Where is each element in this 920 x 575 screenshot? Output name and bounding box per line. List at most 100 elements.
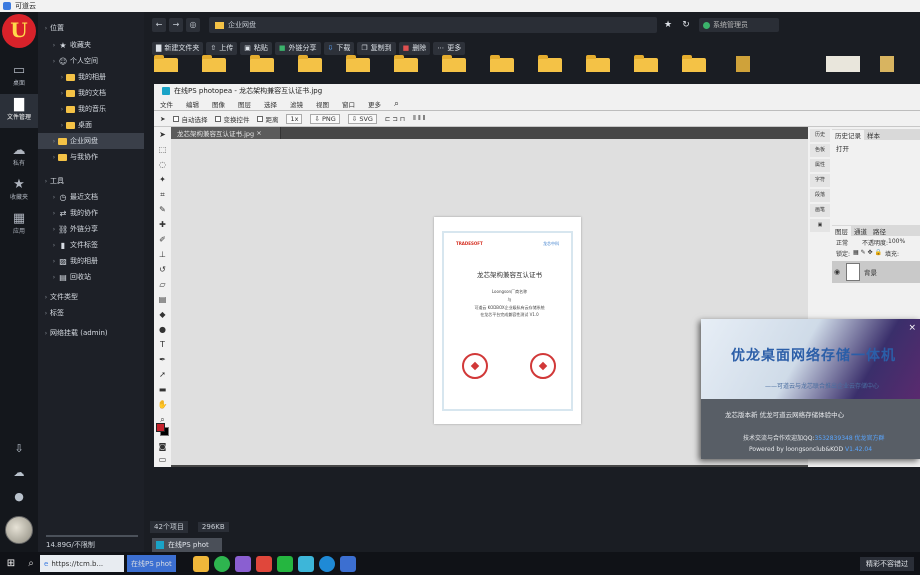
history-brush-icon[interactable]: ↺: [154, 262, 171, 277]
export-png-button[interactable]: ⇩ PNG: [310, 113, 340, 124]
menu-more[interactable]: 更多: [368, 99, 381, 109]
tree-item[interactable]: › 标签: [38, 305, 144, 321]
chevron-right-icon[interactable]: ›: [50, 210, 58, 217]
folder-icon[interactable]: [586, 55, 610, 72]
chevron-right-icon[interactable]: ›: [50, 258, 58, 265]
taskbar-search-box[interactable]: e https://tcm.b...: [40, 555, 124, 572]
rail-item-private[interactable]: ☁ 私有: [0, 140, 38, 174]
photos-taskbar-icon[interactable]: [234, 555, 251, 572]
healing-brush-icon[interactable]: ✚: [154, 217, 171, 232]
folder-icon[interactable]: [346, 55, 370, 72]
chevron-right-icon[interactable]: ›: [50, 242, 58, 249]
foreground-color-swatch[interactable]: [156, 423, 165, 432]
app-logo[interactable]: U: [2, 14, 36, 48]
marquee-tool-icon[interactable]: ⬚: [154, 142, 171, 157]
download-icon[interactable]: ⇩: [0, 442, 38, 455]
close-icon[interactable]: ×: [256, 129, 261, 137]
brush-panel-button[interactable]: 画笔: [810, 204, 830, 217]
cloud-sync-icon[interactable]: ☁: [0, 466, 38, 479]
forward-button[interactable]: →: [169, 18, 183, 32]
tree-item[interactable]: › 文件类型: [38, 289, 144, 305]
distances-checkbox[interactable]: 距离: [257, 114, 278, 124]
folder-icon[interactable]: [250, 55, 274, 72]
menu-image[interactable]: 图像: [212, 99, 225, 109]
qq-link[interactable]: 3532839348 优龙官方群: [814, 435, 884, 442]
tree-item[interactable]: › ◷ 最近文档: [38, 189, 144, 205]
blend-mode-select[interactable]: 正常: [836, 238, 848, 247]
tree-item[interactable]: › ⇄ 我的协作: [38, 205, 144, 221]
copy-to-button[interactable]: ❐ 复制到: [357, 41, 396, 55]
chevron-right-icon[interactable]: ›: [42, 330, 50, 337]
tree-item[interactable]: › ★ 收藏夹: [38, 37, 144, 53]
tab-paths[interactable]: 路径: [870, 226, 889, 236]
tree-item[interactable]: › 我的相册: [38, 69, 144, 85]
tree-item[interactable]: › ▮ 文件标签: [38, 237, 144, 253]
folder-icon[interactable]: [538, 55, 562, 72]
move-tool-icon[interactable]: ➤: [160, 115, 165, 123]
chevron-right-icon[interactable]: ›: [50, 42, 58, 49]
bell-icon[interactable]: ●: [0, 490, 38, 503]
chevron-right-icon[interactable]: ›: [58, 122, 66, 129]
download-button[interactable]: ⇩ 下载: [323, 41, 355, 55]
menu-view[interactable]: 视图: [316, 99, 329, 109]
refresh-icon[interactable]: ↻: [679, 20, 693, 30]
hand-tool-icon[interactable]: ✋: [154, 397, 171, 412]
tab-samples[interactable]: 样本: [864, 130, 883, 140]
tree-item[interactable]: › ▤ 回收站: [38, 269, 144, 285]
chevron-right-icon[interactable]: ›: [42, 25, 50, 32]
document-tab[interactable]: 龙芯架构兼容互认证书.jpg ×: [171, 127, 281, 139]
swatches-panel-button[interactable]: 色板: [810, 144, 830, 157]
rail-item-files[interactable]: ▇ 文件管理: [0, 94, 38, 128]
rail-item-favorites[interactable]: ★ 收藏夹: [0, 174, 38, 208]
more-button[interactable]: ⋯ 更多: [433, 41, 466, 55]
new-folder-button[interactable]: ▇ 新建文件夹: [152, 41, 204, 55]
crop-tool-icon[interactable]: ⌗: [154, 187, 171, 202]
menu-filter[interactable]: 滤镜: [290, 99, 303, 109]
tab-channels[interactable]: 通道: [851, 226, 870, 236]
lasso-tool-icon[interactable]: ◌: [154, 157, 171, 172]
folder-icon[interactable]: [394, 55, 418, 72]
tree-item[interactable]: › 工具: [38, 173, 144, 189]
history-item-open[interactable]: 打开: [836, 143, 849, 153]
tree-item[interactable]: › 我的音乐: [38, 101, 144, 117]
paragraph-panel-button[interactable]: 段落: [810, 189, 830, 202]
folder-icon[interactable]: [442, 55, 466, 72]
tab-layers[interactable]: 图层: [832, 225, 851, 236]
chevron-right-icon[interactable]: ›: [42, 310, 50, 317]
search-icon[interactable]: ⌕: [22, 558, 40, 569]
menu-window[interactable]: 窗口: [342, 99, 355, 109]
avatar[interactable]: [5, 516, 33, 544]
eraser-tool-icon[interactable]: ▱: [154, 277, 171, 292]
align-icon[interactable]: ⊏ ⊐ ⊓: [385, 115, 405, 123]
gradient-tool-icon[interactable]: ▤: [154, 292, 171, 307]
folder-icon[interactable]: [682, 55, 706, 72]
rail-item-desktop[interactable]: ▭ 桌面: [0, 60, 38, 94]
export-svg-button[interactable]: ⇩ SVG: [347, 113, 377, 124]
upload-button[interactable]: ⇧ 上传: [206, 41, 238, 55]
history-panel-button[interactable]: 历史: [810, 129, 830, 142]
pen-tool-icon[interactable]: ✒: [154, 352, 171, 367]
chevron-right-icon[interactable]: ›: [50, 58, 58, 65]
shape-tool-icon[interactable]: ▬: [154, 382, 171, 397]
tray-notification[interactable]: 精彩不容错过: [860, 556, 914, 571]
chevron-right-icon[interactable]: ›: [50, 226, 58, 233]
move-tool-icon[interactable]: ➤: [154, 127, 171, 142]
search-icon[interactable]: ⌕: [394, 99, 399, 109]
magic-wand-icon[interactable]: ✦: [154, 172, 171, 187]
screen-mode-icon[interactable]: ▭: [154, 452, 171, 467]
tree-item[interactable]: › ☺ 个人空间: [38, 53, 144, 69]
chevron-right-icon[interactable]: ›: [42, 294, 50, 301]
folder-icon[interactable]: [154, 55, 178, 72]
wechat-taskbar-icon[interactable]: [276, 555, 293, 572]
taskbar-active-app[interactable]: 在线PS phot: [127, 555, 176, 572]
distribute-icon[interactable]: ⫴ ⫴ ⫴: [413, 114, 425, 123]
auto-select-checkbox[interactable]: 自动选择: [173, 114, 207, 124]
text-tool-icon[interactable]: T: [154, 337, 171, 352]
menu-layer[interactable]: 图层: [238, 99, 251, 109]
tree-item[interactable]: › 与我协作: [38, 149, 144, 165]
zoom-select[interactable]: 1x: [286, 113, 303, 124]
rail-item-apps[interactable]: ▦ 应用: [0, 208, 38, 242]
tab-history[interactable]: 历史记录: [832, 129, 864, 140]
folder-icon[interactable]: [490, 55, 514, 72]
tree-item[interactable]: › 我的文档: [38, 85, 144, 101]
